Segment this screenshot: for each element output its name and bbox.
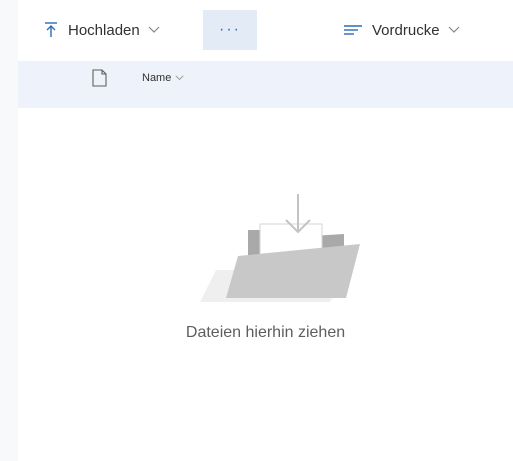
list-header-row: Name [18,61,513,96]
app-frame: Hochladen ··· Vordrucke Name Dateien hie… [0,0,513,461]
empty-folder-drop-icon [200,194,360,302]
more-options-button[interactable]: ··· [203,10,257,50]
templates-label: Vordrucke [372,21,440,39]
templates-icon [344,25,362,35]
more-options-icon: ··· [219,21,241,38]
column-header-name[interactable]: Name [142,61,184,95]
chevron-down-icon [175,75,184,81]
upload-icon [45,22,57,37]
list-header-band [18,95,513,108]
empty-state-message: Dateien hierhin ziehen [185,324,346,341]
file-type-icon[interactable] [92,69,107,87]
upload-label: Hochladen [68,21,140,39]
chevron-down-icon [148,26,160,33]
upload-button[interactable]: Hochladen [36,10,168,50]
templates-button[interactable]: Vordrucke [336,10,468,50]
command-bar: Hochladen ··· Vordrucke [18,10,513,50]
document-library-panel: Hochladen ··· Vordrucke Name Dateien hie… [18,0,513,461]
column-header-name-label: Name [142,72,172,84]
chevron-down-icon [448,26,459,33]
